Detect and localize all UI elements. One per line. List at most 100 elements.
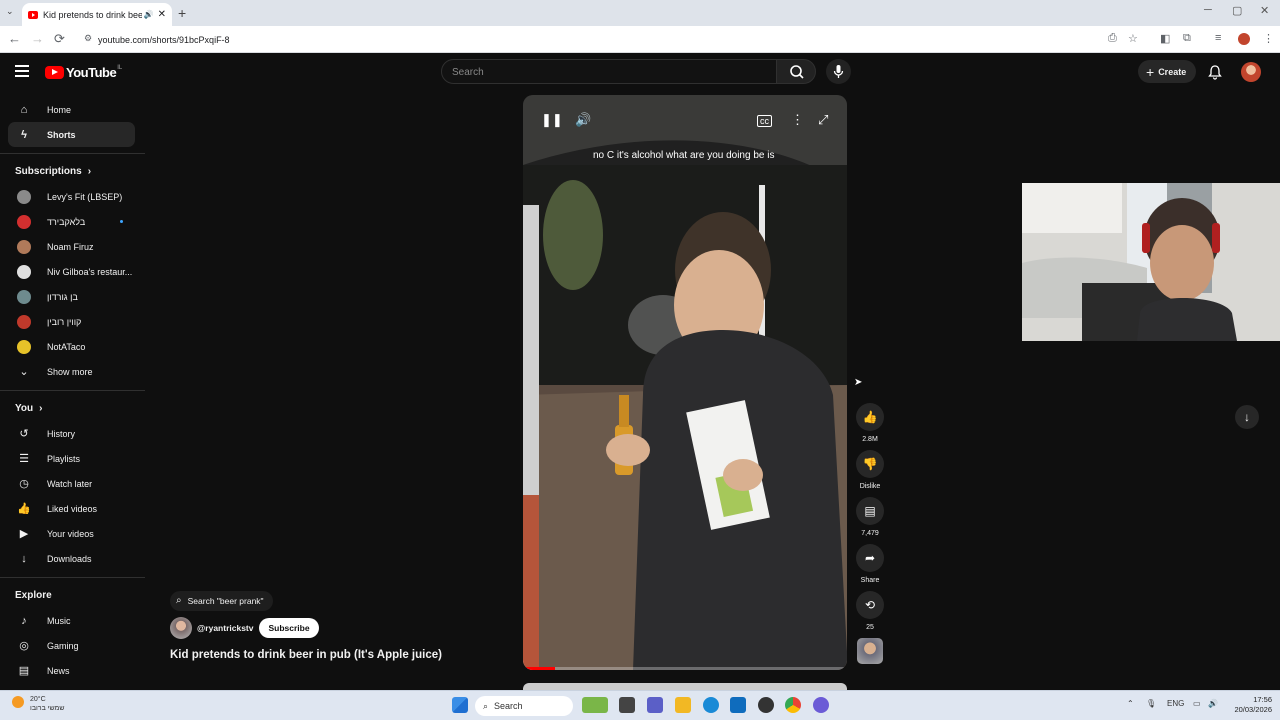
sidebar-item-home[interactable]: ⌂ Home (8, 97, 135, 122)
weather-desc: שמשי ברובו (30, 705, 65, 712)
reload-button[interactable]: ⟳ (54, 31, 65, 47)
captions-icon[interactable]: cc (757, 115, 772, 127)
guide-menu-icon[interactable] (15, 65, 29, 80)
store-icon[interactable] (730, 697, 746, 713)
pause-button[interactable]: ❚❚ (541, 112, 563, 128)
next-video-button[interactable]: ↓ (1235, 405, 1259, 429)
channel-avatar[interactable] (170, 616, 192, 639)
extensions-puzzle-icon[interactable]: ⧉ (1183, 32, 1191, 45)
share-button[interactable]: ➦ Share (855, 544, 885, 584)
tray-display-icon[interactable]: ▭ (1193, 699, 1201, 708)
account-avatar[interactable] (1241, 62, 1261, 82)
taskbar-search[interactable]: ⌕ Search (475, 696, 573, 716)
dislike-button[interactable]: 👎 Dislike (855, 450, 885, 490)
channel-row: @ryantrickstv Subscribe (170, 616, 510, 639)
file-explorer-icon[interactable] (675, 697, 691, 713)
more-options-icon[interactable]: ⋮ (791, 112, 804, 128)
search-button[interactable] (776, 59, 816, 84)
search-input[interactable]: Search (441, 59, 777, 84)
sidebar-item-subscription[interactable]: NotATaco (8, 334, 135, 359)
voice-search-button[interactable] (826, 59, 851, 84)
show-more-button[interactable]: ⌄ Show more (8, 359, 135, 384)
subscribe-button[interactable]: Subscribe (259, 617, 319, 638)
comments-button[interactable]: ▤ 7,479 (855, 497, 885, 537)
sidebar-item-your-videos[interactable]: ▶ Your videos (8, 521, 135, 546)
system-clock[interactable]: 17:56 20/03/2026 (1226, 695, 1272, 715)
address-bar[interactable]: ⚙ youtube.com/shorts/91bcPxqiF-8 (80, 29, 1120, 50)
tray-volume-icon[interactable]: 🔊 (1208, 699, 1218, 708)
like-button[interactable]: 👍 2.8M (855, 403, 885, 443)
remix-button[interactable]: ⟲ 25 (855, 591, 885, 631)
tab-search-icon[interactable]: ⌄ (6, 6, 14, 17)
sidebar-item-shorts[interactable]: ϟ Shorts (8, 122, 135, 147)
browser-tab-strip: ⌄ Kid pretends to drink beer 🔊 ✕ + ─ ▢ ✕ (0, 0, 1280, 26)
tray-chevron-icon[interactable]: ⌃ (1127, 699, 1134, 708)
sidebar: ⌂ Home ϟ Shorts Subscriptions › Levy's F… (0, 97, 145, 683)
youtube-logo[interactable]: YouTube IL (45, 65, 122, 80)
sidebar-item-subscription[interactable]: בן גורדון (8, 284, 135, 309)
sidebar-item-subscription[interactable]: Levy's Fit (LBSEP) (8, 184, 135, 209)
app-icon[interactable] (758, 697, 774, 713)
sidebar-item-subscription[interactable]: קווין רובין (8, 309, 135, 334)
sidebar-item-label: Noam Firuz (47, 241, 94, 252)
browser-tab-active[interactable]: Kid pretends to drink beer 🔊 ✕ (22, 3, 172, 26)
media-control-icon[interactable]: ≡ (1215, 32, 1221, 44)
sidebar-item-music[interactable]: ♪ Music (8, 608, 135, 633)
bookmark-star-icon[interactable]: ☆ (1128, 32, 1138, 45)
like-icon: 👍 (17, 503, 31, 515)
tab-audio-icon[interactable]: 🔊 (144, 10, 154, 19)
sidebar-item-downloads[interactable]: ↓ Downloads (8, 546, 135, 571)
widgets-icon[interactable] (582, 697, 608, 713)
sidebar-item-liked-videos[interactable]: 👍 Liked videos (8, 496, 135, 521)
start-windows-icon[interactable] (452, 697, 468, 713)
notifications-bell-icon[interactable] (1207, 64, 1223, 80)
create-label: Create (1158, 66, 1187, 77)
channel-name[interactable]: @ryantrickstv (197, 623, 253, 633)
sidebar-item-subscription[interactable]: בלאקבירד (8, 209, 135, 234)
back-button[interactable]: ← (8, 31, 21, 46)
edge-browser-icon[interactable] (703, 697, 719, 713)
chevron-right-icon: › (39, 402, 43, 414)
section-title: You (15, 402, 34, 414)
video-progress-bar[interactable] (523, 667, 847, 670)
tab-close-icon[interactable]: ✕ (158, 9, 166, 20)
extension-icon[interactable]: ◧ (1160, 32, 1170, 45)
sidebar-item-subscription[interactable]: Niv Gilboa's restaur... (8, 259, 135, 284)
teams-icon[interactable] (647, 697, 663, 713)
subscriptions-heading[interactable]: Subscriptions › (0, 158, 145, 184)
close-window-button[interactable]: ✕ (1260, 4, 1269, 17)
sidebar-item-history[interactable]: ↺ History (8, 421, 135, 446)
search-icon (790, 65, 804, 79)
chrome-icon[interactable] (785, 697, 801, 713)
next-short-preview[interactable] (523, 683, 847, 690)
install-app-icon[interactable]: ⎙ (1108, 32, 1117, 45)
minimize-button[interactable]: ─ (1204, 4, 1212, 16)
create-button[interactable]: + Create (1138, 60, 1196, 83)
site-info-icon[interactable]: ⚙ (84, 33, 92, 44)
sidebar-item-watch-later[interactable]: ◷ Watch later (8, 471, 135, 496)
profile-avatar-icon[interactable] (1238, 33, 1250, 45)
volume-icon[interactable]: 🔊 (575, 112, 591, 128)
fullscreen-icon[interactable]: ⤢ (818, 112, 828, 128)
progress-fill (523, 667, 556, 670)
you-heading[interactable]: You › (0, 395, 145, 421)
sidebar-item-news[interactable]: ▤ News (8, 658, 135, 683)
home-icon: ⌂ (20, 103, 28, 116)
sidebar-item-playlists[interactable]: ☰ Playlists (8, 446, 135, 471)
weather-widget[interactable]: 20°C שמשי ברובו (12, 695, 64, 713)
video-title[interactable]: Kid pretends to drink beer in pub (It's … (170, 649, 510, 661)
sidebar-item-subscription[interactable]: Noam Firuz (8, 234, 135, 259)
sidebar-item-gaming[interactable]: ◎ Gaming (8, 633, 135, 658)
task-view-icon[interactable] (619, 697, 635, 713)
tray-mic-icon[interactable]: 🎙 (1146, 699, 1156, 708)
browser-menu-icon[interactable]: ⋮ (1263, 32, 1274, 45)
language-indicator[interactable]: ENG (1167, 699, 1184, 708)
maximize-button[interactable]: ▢ (1232, 4, 1242, 17)
search-suggestion-pill[interactable]: ⌕ Search "beer prank" (170, 590, 273, 611)
forward-button[interactable]: → (31, 31, 44, 46)
new-tab-button[interactable]: + (178, 5, 186, 21)
sound-thumbnail[interactable] (855, 638, 885, 664)
shorts-video-player[interactable]: ❚❚ 🔊 cc ⋮ ⤢ no C it's alcohol what are y… (523, 95, 847, 670)
thumbs-down-icon: 👎 (856, 450, 884, 478)
discord-icon[interactable] (813, 697, 829, 713)
